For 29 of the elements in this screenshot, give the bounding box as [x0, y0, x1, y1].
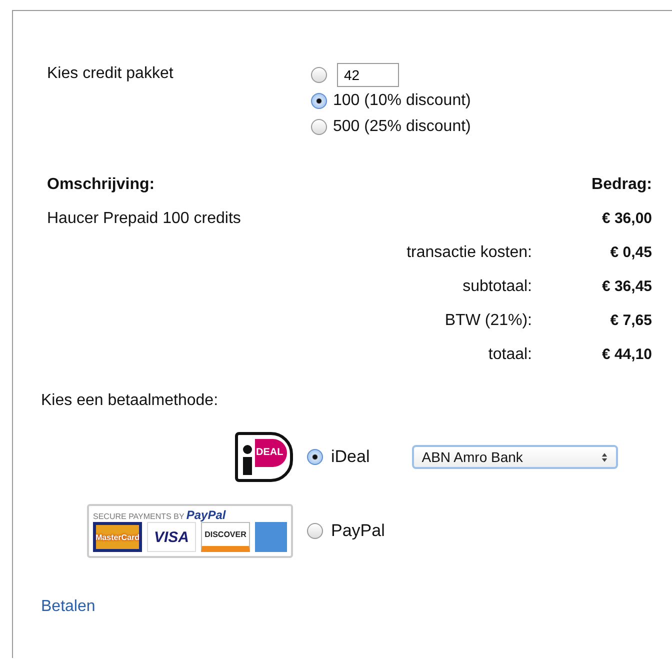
radio-button[interactable] [311, 118, 327, 134]
amount: € 0,45 [609, 244, 652, 262]
option-label[interactable]: PayPal [331, 521, 385, 541]
amount: € 36,00 [600, 210, 652, 228]
radio-button[interactable] [307, 523, 323, 539]
section-label: Kies een betaalmethode: [41, 392, 220, 410]
pay-link[interactable]: Betalen [41, 598, 96, 616]
credits-input[interactable]: 42 [337, 62, 399, 86]
radio-button[interactable] [311, 92, 327, 108]
total-label: subtotaal: [462, 278, 532, 296]
field-label: Kies credit pakket [46, 64, 174, 84]
total-label: BTW (21%): [444, 312, 532, 330]
total-label: transactie kosten: [406, 244, 532, 262]
column-heading: Omschrijving: [47, 176, 156, 194]
stepper-icon [600, 452, 608, 462]
radio-button[interactable] [307, 449, 323, 465]
option-label[interactable]: 500 (25% discount) [333, 118, 471, 136]
item-name: Haucer Prepaid 100 credits [47, 210, 242, 228]
paypal-badge: SECURE PAYMENTS BY PayPal MasterCard VISA DISCOVER [87, 504, 293, 558]
radio-button[interactable] [311, 66, 327, 82]
total-label: totaal: [487, 346, 532, 364]
ideal-logo: DEAL [235, 432, 293, 482]
bank-dropdown[interactable]: ABN Amro Bank [412, 445, 618, 469]
option-label[interactable]: iDeal [331, 447, 370, 467]
column-heading: Bedrag: [590, 176, 652, 194]
option-label[interactable]: 100 (10% discount) [333, 92, 471, 110]
amount: € 36,45 [600, 278, 652, 296]
amount: € 44,10 [600, 346, 652, 364]
amount: € 7,65 [609, 312, 652, 330]
